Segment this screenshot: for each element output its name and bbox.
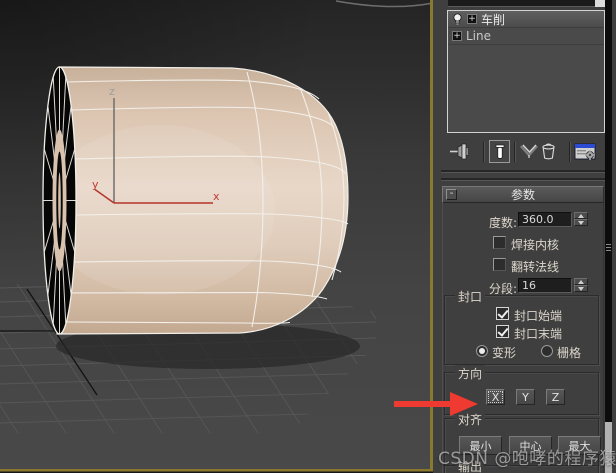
direction-x-button[interactable]: X [486,389,505,405]
axis-label-y: y [92,178,99,191]
body-highlight [45,125,275,295]
modifier-list-dropdown[interactable] [448,0,608,7]
toolbar-separator [483,142,484,162]
modifier-stack-list[interactable]: + 车削 + Line [447,10,605,133]
lightbulb-icon[interactable] [452,13,463,26]
grid-radio[interactable] [541,345,553,357]
degrees-spinner[interactable] [574,212,588,227]
axis-label-x: x [213,190,220,203]
weld-core-checkbox[interactable] [493,236,506,249]
viewport-active-border-bottom [0,469,433,472]
cap-group: 封口 封口始端 封口末端 变形 栅格 [444,288,599,365]
grid-label: 栅格 [557,346,582,360]
pin-stack-icon[interactable] [449,143,473,160]
watermark-text: CSDN @咆哮的程序猿 [438,449,616,469]
panel-separator [441,178,606,181]
3dsmax-window: z x y + 车削 + Line - 参数 度数: 360.0 焊接内核 翻转… [0,0,616,473]
expand-toggle[interactable]: + [467,14,477,24]
spinner-up-button[interactable] [574,278,588,285]
panel-scrollbar[interactable] [605,0,612,473]
cap-start-checkbox[interactable] [496,307,509,320]
cap-end-checkbox[interactable] [496,325,509,338]
spinner-down-button[interactable] [574,285,588,292]
weld-core-label: 焊接内核 [511,238,560,252]
flip-normals-checkbox[interactable] [493,258,506,271]
parameters-rollout: - 参数 度数: 360.0 焊接内核 翻转法线 分段: 16 封口 封口始端 … [442,186,604,473]
segments-spinner[interactable] [574,278,588,293]
show-end-result-icon [495,144,504,159]
stack-item-label: Line [466,29,492,43]
cap-group-title: 封口 [455,288,486,305]
annotation-arrow [394,392,478,416]
scrollbar-grip[interactable] [606,244,611,252]
parameters-rollout-header[interactable]: - 参数 [442,186,604,203]
segments-field[interactable]: 16 [518,278,572,293]
spinner-up-button[interactable] [574,212,588,219]
toolbar-separator [514,142,515,162]
direction-y-button[interactable]: Y [516,389,535,405]
panel-separator [441,170,606,173]
spinner-down-button[interactable] [574,219,588,226]
show-end-result-button[interactable] [489,140,510,163]
lathe-object-cap [42,66,77,335]
cap-end-label: 封口末端 [514,327,563,341]
expand-toggle[interactable]: + [452,31,462,41]
stack-item-line[interactable]: + Line [448,28,604,45]
degrees-label: 度数: [488,216,517,230]
degrees-field[interactable]: 360.0 [518,212,572,227]
viewport-3d-scene[interactable]: z x y [0,0,433,473]
configure-modifier-sets-icon[interactable] [574,143,597,161]
collapse-button[interactable]: - [446,189,457,200]
modifier-stack-toolbar [433,140,616,165]
toolbar-separator [569,142,570,162]
remove-modifier-trash-icon[interactable] [540,143,557,160]
cap-start-label: 封口始端 [514,309,563,323]
make-unique-icon[interactable] [519,143,540,160]
morph-label: 变形 [492,346,517,360]
perspective-viewport[interactable]: z x y [0,0,433,473]
stack-item-lathe[interactable]: + 车削 [448,11,604,28]
direction-z-button[interactable]: Z [546,389,565,405]
rollout-title: 参数 [510,188,535,202]
axis-label-z: z [109,85,115,98]
flip-normals-label: 翻转法线 [511,260,560,274]
parameters-rollout-content: 度数: 360.0 焊接内核 翻转法线 分段: 16 封口 封口始端 封口末端 … [442,203,604,473]
morph-radio[interactable] [476,345,488,357]
stack-item-label: 车削 [481,12,506,27]
direction-group-title: 方向 [455,365,486,382]
